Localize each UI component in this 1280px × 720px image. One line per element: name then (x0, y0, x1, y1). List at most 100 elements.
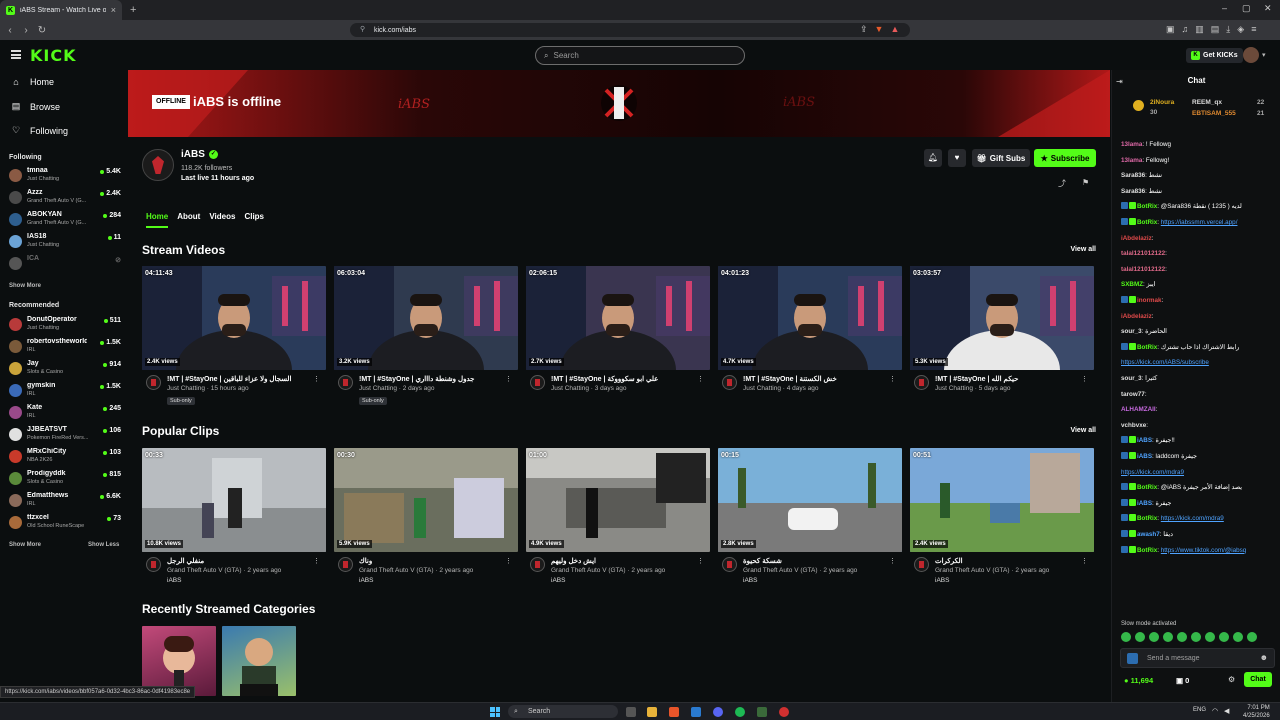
new-tab-icon[interactable]: + (130, 4, 136, 16)
card-title[interactable]: شسكة كحيوة (743, 557, 893, 565)
video-card[interactable]: 04:11:43 2.4K views !MT | #StayOne | السجا… (142, 266, 326, 406)
clip-card[interactable]: 00:33 10.8K views منفلي الرجل Grand Theft A… (142, 448, 326, 588)
card-channel[interactable]: iABS (167, 577, 181, 584)
more-options-icon[interactable]: ⋮ (697, 557, 704, 565)
creator-avatar[interactable] (146, 557, 161, 572)
stream-videos-view-all[interactable]: View all (1070, 246, 1096, 253)
spotify-icon[interactable] (735, 707, 745, 717)
sidebar-channel-tmnaa[interactable]: tmnaa Just Chatting 5.4K (9, 166, 121, 186)
more-options-icon[interactable]: ⋮ (313, 375, 320, 383)
channel-avatar[interactable] (142, 149, 174, 181)
creator-avatar[interactable] (530, 375, 545, 390)
chat-link[interactable]: https://kick.com/mdra9 (1121, 469, 1184, 476)
card-title[interactable]: ايش دخل وليهم (551, 557, 701, 565)
follow-heart-button[interactable]: ♥ (948, 149, 966, 167)
card-title[interactable]: منفلي الرجل (167, 557, 317, 565)
show-more-following[interactable]: Show More (9, 283, 41, 289)
thumbnail[interactable]: 00:30 5.9K views (334, 448, 518, 552)
chat-username[interactable]: ALHAMZAII (1121, 406, 1156, 413)
discord-icon[interactable] (713, 707, 723, 717)
language-indicator[interactable]: ENG (1193, 707, 1206, 713)
card-title[interactable]: !MT | #StayOne | السجال ولا عزاء للباقين (167, 375, 317, 383)
chat-username[interactable]: sour_3 (1121, 328, 1142, 335)
forward-icon[interactable]: › (18, 25, 34, 36)
card-title[interactable]: !MT | #StayOne | جدول وشنطة داااري (359, 375, 509, 383)
site-info-icon[interactable]: ⚲ (360, 25, 365, 33)
subscribe-button[interactable]: ★ Subscribe (1034, 149, 1096, 167)
card-category[interactable]: Grand Theft Auto V (GTA) (359, 567, 434, 574)
emote-icon[interactable] (1177, 632, 1187, 642)
creator-avatar[interactable] (914, 557, 929, 572)
sidebar-channel-edmatthews[interactable]: Edmatthews IRL 6.6K (9, 491, 121, 511)
emote-icon[interactable] (1163, 632, 1173, 642)
creator-avatar[interactable] (722, 557, 737, 572)
chat-username[interactable]: awash7 (1137, 531, 1160, 538)
card-category[interactable]: Just Chatting (743, 385, 781, 392)
show-less-recommended[interactable]: Show Less (88, 542, 119, 548)
more-options-icon[interactable]: ⋮ (697, 375, 704, 383)
thumbnail[interactable]: 01:00 4.9K views (526, 448, 710, 552)
card-title[interactable]: الكركرات (935, 557, 1085, 565)
chat-username[interactable]: talal121012122 (1121, 266, 1165, 273)
video-card[interactable]: 04:01:23 4.7K views !MT | #StayOne | خش ال… (718, 266, 902, 406)
thumbnail[interactable]: 00:33 10.8K views (142, 448, 326, 552)
sidebar-channel-abokyan[interactable]: ABOKYAN Grand Theft Auto V (G... 284 (9, 210, 121, 230)
card-title[interactable]: !MT | #StayOne | علي ابو سكوووكة (551, 375, 701, 383)
emoji-icon[interactable]: ☻ (1260, 653, 1268, 662)
popular-clips-view-all[interactable]: View all (1070, 427, 1096, 434)
taskbar-search[interactable]: ⌕ Search (508, 705, 618, 718)
sidebar-channel-mrxchicity[interactable]: MRxChiCity NBA 2K26 103 (9, 447, 121, 467)
chat-username[interactable]: iABS (1137, 500, 1152, 507)
sidebar-channel-ttzxcel[interactable]: ttzxcel Old School RuneScape 73 (9, 513, 121, 533)
chat-username[interactable]: vchbvxe (1121, 422, 1146, 429)
chat-username[interactable]: inormak (1137, 297, 1162, 304)
sidebar-channel-prodigyddk[interactable]: Prodigyddk Slots & Casino 815 (9, 469, 121, 489)
nav-browse[interactable]: ▤ Browse (11, 101, 60, 112)
emote-icon[interactable] (1205, 632, 1215, 642)
thumbnail[interactable]: 04:11:43 2.4K views (142, 266, 326, 370)
sidebar-channel-ias18[interactable]: IAS18 Just Chatting 11 (9, 232, 121, 252)
music-icon[interactable]: ♫ (1182, 24, 1189, 35)
chat-link[interactable]: https://kick.com/mdra9 (1161, 515, 1224, 522)
chat-username[interactable]: tarow77 (1121, 391, 1145, 398)
taskbar-clock[interactable]: 7:01 PM 4/25/2026 (1243, 704, 1270, 720)
chat-link[interactable]: https://www.tiktok.com/@iabsq (1161, 547, 1246, 554)
search-input[interactable] (553, 51, 724, 60)
tab-home[interactable]: Home (146, 212, 169, 228)
chat-username[interactable]: BotRix (1137, 344, 1157, 351)
obs-icon[interactable] (779, 707, 789, 717)
card-channel[interactable]: iABS (935, 577, 949, 584)
tabs-icon[interactable]: ▤ (1211, 24, 1220, 35)
sidebar-channel-donutoperator[interactable]: DonutOperator Just Chatting 511 (9, 315, 121, 335)
menu-icon[interactable]: ≡ (1251, 24, 1256, 35)
chat-username[interactable]: BotRix (1137, 515, 1157, 522)
notification-bell-button[interactable]: 🔔︎ (924, 149, 942, 167)
chat-username[interactable]: Sara836 (1121, 188, 1145, 195)
close-tab-icon[interactable]: × (111, 5, 116, 15)
nav-following[interactable]: ♡ Following (11, 125, 68, 136)
kicks-balance[interactable]: ● 11,694 (1124, 676, 1153, 685)
more-options-icon[interactable]: ⋮ (505, 557, 512, 565)
sidebar-channel-jay[interactable]: Jay Slots & Casino 914 (9, 359, 121, 379)
kick-logo[interactable]: KICK (30, 46, 77, 65)
chat-username[interactable]: iABS (1137, 453, 1152, 460)
emote-icon[interactable] (1191, 632, 1201, 642)
clip-card[interactable]: 00:30 5.9K views وناك Grand Theft Auto V (G… (334, 448, 518, 588)
points-balance[interactable]: ▣ 0 (1176, 676, 1189, 685)
minimize-icon[interactable]: – (1222, 3, 1227, 13)
creator-avatar[interactable] (914, 375, 929, 390)
wallet-icon[interactable]: ◈ (1237, 24, 1244, 35)
download-icon[interactable]: ⤓ (1226, 24, 1230, 35)
task-view-icon[interactable] (626, 707, 636, 717)
card-title[interactable]: وناك (359, 557, 509, 565)
emote-icon[interactable] (1149, 632, 1159, 642)
thumbnail[interactable]: 00:51 2.4K views (910, 448, 1094, 552)
browser-tab[interactable]: K iABS Stream - Watch Live on Kick × (0, 0, 122, 20)
brave-icon[interactable] (669, 707, 679, 717)
reload-icon[interactable]: ↻ (34, 25, 50, 36)
leader-1-name[interactable]: 2iNoura (1150, 99, 1174, 106)
card-category[interactable]: Grand Theft Auto V (GTA) (167, 567, 242, 574)
creator-avatar[interactable] (338, 375, 353, 390)
card-title[interactable]: !MT | #StayOne | حيكم الله (935, 375, 1085, 383)
chat-username[interactable]: 13lama (1121, 157, 1142, 164)
